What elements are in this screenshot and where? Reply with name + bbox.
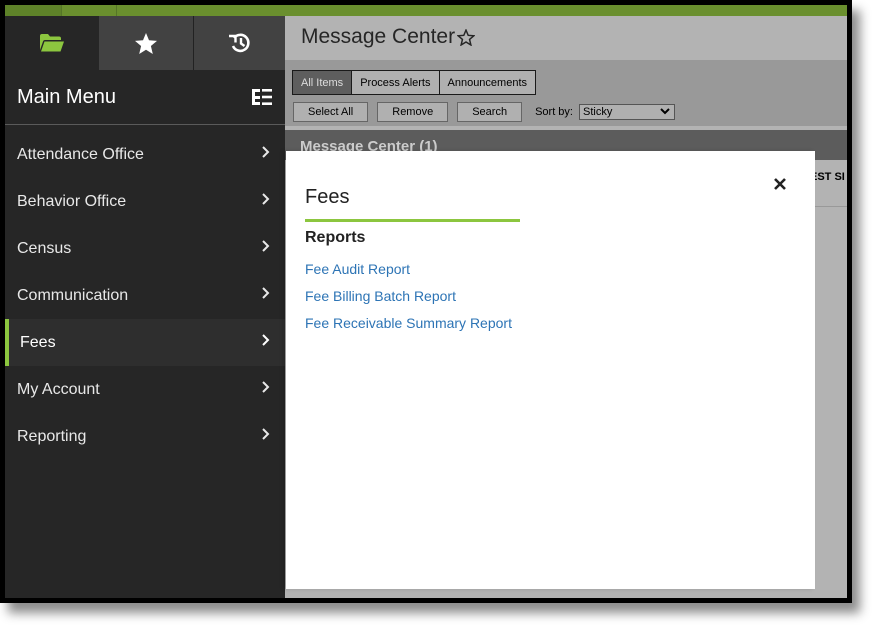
top-bar	[5, 5, 847, 16]
screenshot-frame: Main Menu Attendance Office Behavior Off…	[0, 0, 852, 603]
sidebar-item-label: Communication	[17, 286, 129, 304]
flyout-section-heading: Reports	[305, 229, 366, 246]
sidebar-item-communication[interactable]: Communication	[5, 272, 285, 319]
page-header: Message Center	[285, 16, 847, 60]
sidebar-item-label: Reporting	[17, 427, 87, 445]
menu-header: Main Menu	[5, 70, 285, 125]
tab-announcements[interactable]: Announcements	[438, 70, 536, 95]
star-icon	[135, 32, 157, 54]
fees-flyout-panel: Fees Reports Fee Audit Report Fee Billin…	[286, 151, 815, 589]
sidebar-item-attendance-office[interactable]: Attendance Office	[5, 131, 285, 178]
menu-list: Attendance Office Behavior Office Census…	[5, 131, 285, 460]
menu-title: Main Menu	[17, 86, 116, 108]
page-title: Message Center	[301, 25, 456, 48]
sidebar-item-label: Fees	[20, 333, 56, 351]
menu-tree-toggle[interactable]	[251, 88, 273, 111]
chevron-down-icon	[660, 108, 670, 115]
star-outline-icon	[456, 28, 476, 47]
sidebar-item-label: Attendance Office	[17, 145, 144, 163]
sidebar-item-label: My Account	[17, 380, 100, 398]
fee-billing-batch-report-link[interactable]: Fee Billing Batch Report	[305, 288, 512, 315]
chevron-right-icon	[262, 240, 270, 252]
divider	[815, 206, 847, 207]
sidebar-item-label: Behavior Office	[17, 192, 127, 210]
tab-all-items[interactable]: All Items	[292, 70, 353, 95]
toolbar: All Items Process Alerts Announcements S…	[285, 60, 847, 126]
active-indicator	[5, 319, 9, 366]
sort-value: Sticky	[582, 106, 613, 118]
tab-history[interactable]	[194, 16, 285, 70]
tree-list-icon	[252, 89, 272, 105]
favorite-button[interactable]	[456, 28, 476, 51]
folder-icon	[40, 34, 64, 52]
sidebar-item-behavior-office[interactable]: Behavior Office	[5, 178, 285, 225]
tab-menu[interactable]	[5, 16, 99, 70]
remove-button[interactable]: Remove	[377, 102, 449, 122]
app-window: Main Menu Attendance Office Behavior Off…	[5, 5, 847, 598]
sidebar: Main Menu Attendance Office Behavior Off…	[5, 16, 285, 598]
sidebar-item-fees[interactable]: Fees	[5, 319, 285, 366]
flyout-title-underline	[305, 219, 520, 222]
flyout-title: Fees	[305, 186, 350, 208]
select-all-button[interactable]: Select All	[293, 102, 369, 122]
close-icon	[774, 178, 786, 190]
toolbar-buttons: Select All Remove Search Sort by: Sticky	[293, 102, 675, 122]
column-header-partial: EST SI	[810, 171, 845, 183]
tab-favorites[interactable]	[99, 16, 193, 70]
message-tabs: All Items Process Alerts Announcements	[292, 70, 536, 95]
chevron-right-icon	[262, 381, 270, 393]
search-button[interactable]: Search	[457, 102, 523, 122]
chevron-right-icon	[262, 287, 270, 299]
sort-select[interactable]: Sticky	[578, 104, 675, 120]
chevron-right-icon	[262, 334, 270, 346]
sidebar-tabs	[5, 16, 285, 70]
fee-audit-report-link[interactable]: Fee Audit Report	[305, 261, 512, 288]
sidebar-item-reporting[interactable]: Reporting	[5, 413, 285, 460]
sidebar-item-my-account[interactable]: My Account	[5, 366, 285, 413]
chevron-right-icon	[262, 193, 270, 205]
history-icon	[228, 33, 250, 53]
flyout-links: Fee Audit Report Fee Billing Batch Repor…	[305, 261, 512, 342]
sort-label: Sort by:	[535, 106, 573, 118]
fee-receivable-summary-report-link[interactable]: Fee Receivable Summary Report	[305, 315, 512, 342]
sidebar-item-census[interactable]: Census	[5, 225, 285, 272]
sidebar-item-label: Census	[17, 239, 72, 257]
chevron-right-icon	[262, 428, 270, 440]
chevron-right-icon	[262, 146, 270, 158]
tab-process-alerts[interactable]: Process Alerts	[351, 70, 440, 95]
close-button[interactable]	[773, 177, 787, 196]
